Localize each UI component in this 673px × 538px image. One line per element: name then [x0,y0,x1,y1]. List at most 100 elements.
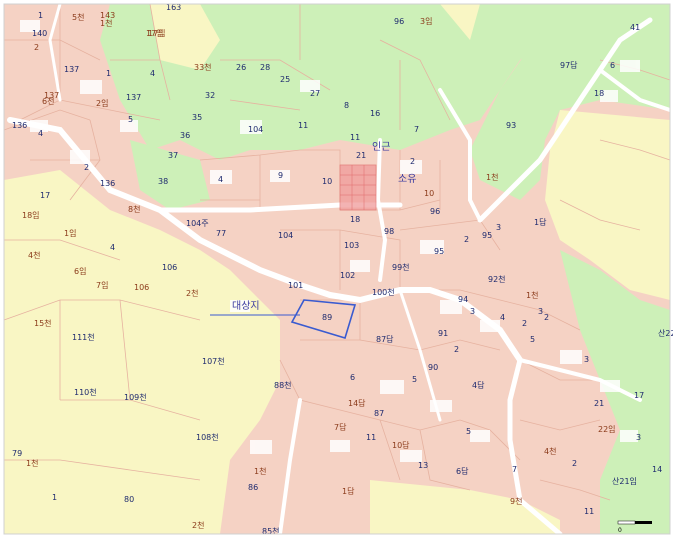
parcel-label: 106 [162,263,177,272]
parcel-label: 7 [414,125,419,134]
parcel-label: 28 [260,63,270,72]
parcel-label: 33천 [194,62,212,72]
parcel-label: 107천 [202,356,225,366]
parcel-label: 7임 [96,281,108,290]
parcel-label: 98 [384,227,394,236]
parcel-label: 99천 [392,262,410,272]
parcel-label: 3 [636,433,641,442]
parcel-label: 9천 [510,496,522,506]
parcel-label: 4 [38,129,43,138]
parcel-label: 137 [64,65,79,74]
parcel-label: 100천 [372,287,395,297]
parcel-label: 110천 [74,387,97,397]
parcel-label: 137 [126,93,141,102]
parcel-label: 15천 [34,318,52,328]
parcel-label: 6 [610,61,615,70]
parcel-label: 77 [216,229,226,238]
parcel-label: 5 [412,375,417,384]
parcel-label: 111천 [72,332,95,342]
parcel-label: 1답 [342,486,355,496]
annex-parcel[interactable] [339,164,377,211]
parcel-label: 94 [458,295,468,304]
parcel-label: 1천 [254,466,266,476]
parcel-label: 2 [572,459,577,468]
parcel-label: 17 [634,391,644,400]
parcel-label: 3임 [420,17,432,26]
map-canvas[interactable]: 대상지 인근 소유 1 5천 1431천140217임137 1 41376천 2임137… [0,0,673,538]
parcel-label: 16 [370,109,380,118]
parcel-label: 3 [584,355,589,364]
parcel-label: 97답 [560,60,578,70]
parcel-label: 17 [40,191,50,200]
mountain-annotation: 소유 [398,173,416,185]
parcel-label: 11 [366,433,376,442]
parcel-label: 136 [100,179,115,188]
parcel-label: 4 [500,313,505,322]
parcel-label: 36 [180,131,190,140]
parcel-label: 95 [482,231,492,240]
parcel-label: 41 [630,23,640,32]
cadastral-map[interactable]: 대상지 인근 소유 1 5천 143 1천 140 2 17임 137 1 4 137 6천 2임 137… [0,0,673,538]
parcel-label: 2임 [96,99,108,108]
parcel-label: 103 [344,241,359,250]
parcel-label: 1천 [100,18,112,28]
parcel-label: 21 [594,399,604,408]
parcel-label: 8천 [128,204,140,214]
parcel-label: 104 [248,125,263,134]
parcel-label: 1임 [64,229,76,238]
scale-bar-label: 0 [618,527,622,534]
parcel-label: 9 [278,171,283,180]
parcel-label: 18 [594,89,604,98]
annex-annotation: 인근 [372,141,390,153]
parcel-label: 6천 [42,96,54,106]
parcel-label: 14답 [348,398,366,408]
parcel-label: 2 [34,43,39,52]
parcel-label: 87답 [376,334,394,344]
parcel-label: 2 [544,313,549,322]
parcel-label: 80 [124,495,134,504]
parcel-label: 11 [584,507,594,516]
parcel-label: 38 [158,177,168,186]
parcel-label: 2천 [186,288,198,298]
parcel-label: 2 [454,345,459,354]
parcel-label: 5 [530,335,535,344]
parcel-label: 89 [322,313,332,322]
parcel-label: 6임 [74,267,86,276]
parcel-label: 17임 [148,29,166,38]
parcel-label: 104 [278,231,293,240]
parcel-label: 1천 [486,172,498,182]
parcel-label: 102 [340,271,355,280]
parcel-label: 4천 [28,250,40,260]
parcel-label: 7답 [334,422,347,432]
parcel-label: 88천 [274,380,292,390]
parcel-label: 11 [350,133,360,142]
parcel-label: 90 [428,363,438,372]
parcel-label: 1답 [534,217,547,227]
parcel-label: 3 [470,307,475,316]
parcel-label: 37 [168,151,178,160]
parcel-label: 140 [32,29,47,38]
parcel-label: 4천 [544,446,556,456]
parcel-label: 32 [205,91,215,100]
parcel-label: 1천 [26,458,38,468]
parcel-label: 5 [128,115,133,124]
parcel-label: 21 [356,151,366,160]
parcel-label: 86 [248,483,258,492]
parcel-label: 13 [418,461,428,470]
parcel-label: 2 [84,163,89,172]
parcel-label: 35 [192,113,202,122]
parcel-label: 2 [410,157,415,166]
parcel-label: 108천 [196,432,219,442]
parcel-label: 산21임 [612,476,637,486]
parcel-label: 2천 [192,520,204,530]
parcel-label: 92천 [488,274,506,284]
parcel-label: 4 [150,69,155,78]
parcel-label: 5 [466,427,471,436]
parcel-label: 22임 [598,425,616,434]
parcel-label: 101 [288,281,303,290]
parcel-label: 79 [12,449,22,458]
parcel-label: 8 [344,101,349,110]
parcel-label: 95 [434,247,444,256]
parcel-label: 7 [512,465,517,474]
parcel-label: 4답 [472,380,485,390]
